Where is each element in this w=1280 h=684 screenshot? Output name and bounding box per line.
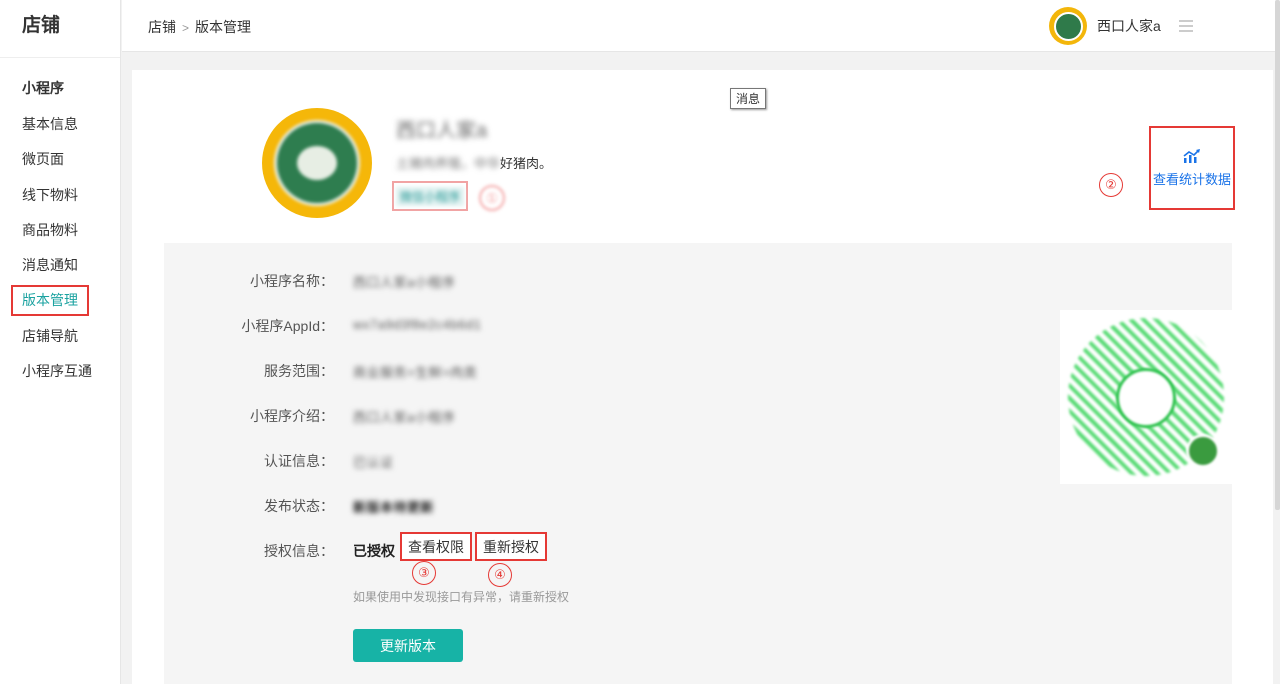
top-header: 店铺 > 版本管理 西口人家a bbox=[122, 0, 1280, 52]
sidebar-item-label: 线下物料 bbox=[22, 186, 78, 203]
auth-label: 授权信息： bbox=[264, 543, 334, 559]
sidebar-item-label: 商品物料 bbox=[22, 221, 78, 238]
breadcrumb: 店铺 > 版本管理 bbox=[148, 17, 251, 37]
sidebar-item-notifications[interactable]: 消息通知 bbox=[0, 248, 120, 283]
chart-trend-icon bbox=[1183, 148, 1200, 163]
app-logo bbox=[262, 108, 372, 218]
avatar-image bbox=[1053, 11, 1083, 41]
intro-value: 西口人家a小程序 bbox=[353, 410, 456, 425]
name-label: 小程序名称： bbox=[250, 273, 334, 289]
tag-badge: ① bbox=[479, 185, 505, 211]
sidebar-item-label: 基本信息 bbox=[22, 116, 78, 132]
publish-label: 发布状态： bbox=[264, 498, 334, 514]
sidebar-item-mini-program-link[interactable]: 小程序互通 bbox=[0, 354, 120, 389]
user-menu[interactable]: 西口人家a bbox=[1049, 6, 1193, 46]
sidebar-item-offline-materials[interactable]: 线下物料 bbox=[0, 178, 120, 213]
scope-label: 服务范围： bbox=[264, 363, 334, 379]
cert-label: 认证信息： bbox=[264, 453, 334, 469]
highlight-box bbox=[11, 285, 89, 317]
appid-value: wx7a9d3f8e2c4b6d1 bbox=[353, 317, 482, 332]
reauthorize-button[interactable]: 重新授权 bbox=[475, 532, 547, 561]
sidebar-item-micro-page[interactable]: 微页面 bbox=[0, 142, 120, 177]
view-stats-button[interactable]: 查看统计数据 bbox=[1149, 126, 1235, 210]
sidebar-group-title: 小程序 bbox=[22, 80, 64, 96]
annotation-2: ② bbox=[1099, 173, 1123, 197]
sidebar-item-label: 小程序互通 bbox=[22, 363, 92, 380]
sidebar-item-label: 消息通知 bbox=[22, 257, 78, 274]
update-version-button[interactable]: 更新版本 bbox=[353, 629, 463, 662]
breadcrumb-store[interactable]: 店铺 bbox=[148, 19, 176, 35]
annotation-4: ④ bbox=[488, 563, 512, 587]
sidebar-item-label: 店铺导航 bbox=[22, 327, 78, 344]
sidebar-item-store-navigation[interactable]: 店铺导航 bbox=[0, 319, 120, 354]
sidebar-item-label: 微页面 bbox=[22, 151, 64, 168]
app-description-tail: 好猪肉。 bbox=[500, 156, 553, 171]
app-type-tag-label: 微信小程序 bbox=[395, 186, 464, 206]
sidebar-item-basic-info[interactable]: 基本信息 bbox=[0, 107, 120, 142]
appid-label: 小程序AppId： bbox=[241, 318, 334, 334]
sidebar-menu: 基本信息 微页面 线下物料 商品物料 消息通知 版本管理 店铺导航 小程序互通 bbox=[0, 107, 120, 389]
sidebar: 店铺 小程序 基本信息 微页面 线下物料 商品物料 消息通知 版本管理 店铺导航… bbox=[0, 0, 121, 684]
intro-label: 小程序介绍： bbox=[250, 408, 334, 424]
view-stats-label: 查看统计数据 bbox=[1152, 171, 1231, 187]
sidebar-item-version-management[interactable]: 版本管理 bbox=[0, 283, 120, 318]
sidebar-brand: 店铺 bbox=[0, 0, 120, 58]
name-value: 西口人家a小程序 bbox=[353, 275, 456, 290]
app-type-tag: 微信小程序 bbox=[392, 181, 468, 211]
wechat-icon bbox=[1186, 434, 1220, 468]
annotation-3: ③ bbox=[412, 561, 436, 585]
sidebar-item-product-materials[interactable]: 商品物料 bbox=[0, 213, 120, 248]
qr-code bbox=[1060, 310, 1232, 484]
cert-value: 已认证 bbox=[353, 455, 394, 470]
breadcrumb-current: 版本管理 bbox=[195, 19, 252, 35]
scrollbar[interactable] bbox=[1275, 0, 1280, 510]
user-name[interactable]: 西口人家a bbox=[1097, 16, 1161, 36]
publish-value: 新版本待更新 bbox=[353, 500, 435, 515]
scope-value: 商业服务>生鲜>肉类 bbox=[353, 365, 478, 380]
auth-hint: 如果使用中发现接口有异常，请重新授权 bbox=[353, 590, 570, 604]
view-permission-button[interactable]: 查看权限 bbox=[400, 532, 472, 561]
app-title: 西口人家a bbox=[396, 120, 488, 142]
app-description-blurred: 土猪肉养殖，中华 bbox=[396, 156, 501, 171]
avatar[interactable] bbox=[1049, 7, 1087, 45]
app-description: 土猪肉养殖，中华好猪肉。 bbox=[396, 153, 552, 172]
tooltip: 消息 bbox=[730, 88, 767, 109]
breadcrumb-separator: > bbox=[182, 21, 190, 35]
auth-state: 已授权 bbox=[353, 543, 395, 559]
hamburger-icon[interactable] bbox=[1178, 19, 1193, 33]
